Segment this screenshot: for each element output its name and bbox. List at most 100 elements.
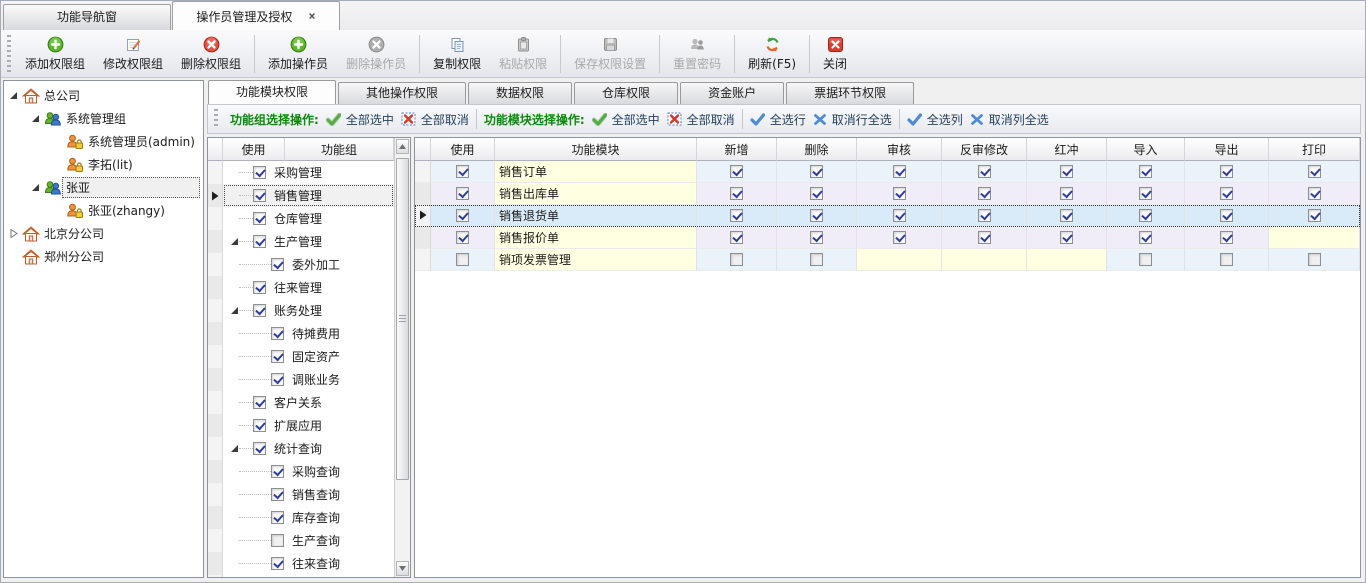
permission-checkbox[interactable]: [730, 209, 743, 222]
grid-column-header[interactable]: 删除: [777, 138, 857, 161]
expanded-expander-icon[interactable]: [30, 113, 41, 124]
permission-checkbox[interactable]: [893, 165, 906, 178]
deselect-col-all[interactable]: 取消列全选: [970, 111, 1049, 128]
permission-checkbox[interactable]: [1139, 187, 1152, 200]
expanded-expander-icon[interactable]: [8, 90, 19, 101]
permission-checkbox[interactable]: [1220, 253, 1233, 266]
select-col-all[interactable]: 全选列: [907, 111, 963, 128]
group-row[interactable]: 销售管理: [208, 184, 394, 207]
permission-cell[interactable]: [777, 227, 857, 249]
group-row[interactable]: 采购管理: [208, 161, 394, 184]
permission-checkbox[interactable]: [978, 165, 991, 178]
group-row[interactable]: 财务查询: [208, 575, 394, 577]
deselect-all-groups[interactable]: 全部取消: [401, 111, 469, 128]
permission-checkbox[interactable]: [893, 187, 906, 200]
permission-cell[interactable]: [697, 227, 777, 249]
permission-checkbox[interactable]: [1139, 253, 1152, 266]
permission-checkbox[interactable]: [730, 187, 743, 200]
permission-cell[interactable]: [1027, 227, 1107, 249]
permission-checkbox[interactable]: [978, 187, 991, 200]
permission-cell[interactable]: [857, 205, 942, 227]
permission-cell[interactable]: [697, 205, 777, 227]
permission-cell[interactable]: [857, 161, 942, 183]
grid-column-header[interactable]: 打印: [1269, 138, 1360, 161]
use-checkbox[interactable]: [456, 187, 469, 200]
group-row[interactable]: 往来查询: [208, 552, 394, 575]
permission-cell[interactable]: [1185, 249, 1269, 271]
permission-checkbox[interactable]: [730, 253, 743, 266]
row-sales-outbound[interactable]: 销售出库单: [415, 183, 1360, 205]
group-use-checkbox[interactable]: [271, 258, 284, 271]
group-use-checkbox[interactable]: [253, 304, 266, 317]
group-row[interactable]: 调账业务: [208, 368, 394, 391]
group-use-checkbox[interactable]: [253, 189, 266, 202]
scroll-up-icon[interactable]: [396, 139, 409, 154]
permission-checkbox[interactable]: [1139, 165, 1152, 178]
permission-checkbox[interactable]: [978, 209, 991, 222]
grid-column-header[interactable]: 审核: [857, 138, 942, 161]
tab-operator-management[interactable]: 操作员管理及授权×: [172, 1, 340, 30]
permission-checkbox[interactable]: [1220, 187, 1233, 200]
permission-cell[interactable]: [1107, 205, 1185, 227]
permission-checkbox[interactable]: [810, 165, 823, 178]
permission-cell[interactable]: [1107, 183, 1185, 205]
add-perm-group-button[interactable]: 添加权限组: [16, 32, 94, 76]
group-row[interactable]: 固定资产: [208, 345, 394, 368]
expanded-expander-icon[interactable]: [229, 444, 239, 453]
group-use-checkbox[interactable]: [253, 212, 266, 225]
permission-cell[interactable]: [1185, 205, 1269, 227]
expanded-expander-icon[interactable]: [229, 237, 239, 246]
use-checkbox[interactable]: [456, 209, 469, 222]
permission-cell[interactable]: [1027, 161, 1107, 183]
permission-cell[interactable]: [857, 183, 942, 205]
group-use-checkbox[interactable]: [271, 350, 284, 363]
permission-checkbox[interactable]: [978, 231, 991, 244]
use-checkbox[interactable]: [456, 231, 469, 244]
permission-cell[interactable]: [1107, 161, 1185, 183]
reset-password-button[interactable]: 重置密码: [664, 32, 730, 76]
permission-cell[interactable]: [942, 205, 1027, 227]
group-row[interactable]: 统计查询: [208, 437, 394, 460]
grid-column-header[interactable]: 红冲: [1027, 138, 1107, 161]
tree-node-head-office[interactable]: 总公司: [4, 84, 203, 107]
select-all-modules[interactable]: 全部选中: [592, 111, 660, 128]
group-use-checkbox[interactable]: [271, 327, 284, 340]
collapsed-expander-icon[interactable]: [8, 228, 19, 239]
group-use-checkbox[interactable]: [253, 396, 266, 409]
permission-checkbox[interactable]: [893, 231, 906, 244]
permission-checkbox[interactable]: [1060, 209, 1073, 222]
permission-cell[interactable]: [1269, 249, 1360, 271]
group-use-checkbox[interactable]: [253, 281, 266, 294]
permission-cell[interactable]: [1269, 183, 1360, 205]
group-row[interactable]: 生产查询: [208, 529, 394, 552]
deselect-all-modules[interactable]: 全部取消: [667, 111, 735, 128]
save-perm-settings-button[interactable]: 保存权限设置: [565, 32, 655, 76]
permission-cell[interactable]: [697, 183, 777, 205]
permission-checkbox[interactable]: [730, 165, 743, 178]
permission-cell[interactable]: [1027, 183, 1107, 205]
permission-cell[interactable]: [1269, 161, 1360, 183]
permission-cell[interactable]: [1107, 249, 1185, 271]
group-row[interactable]: 生产管理: [208, 230, 394, 253]
add-operator-button[interactable]: 添加操作员: [259, 32, 337, 76]
permission-cell[interactable]: [1027, 205, 1107, 227]
permission-checkbox[interactable]: [893, 209, 906, 222]
permission-checkbox[interactable]: [730, 231, 743, 244]
permission-checkbox[interactable]: [1060, 231, 1073, 244]
tree-node-zhangya-user[interactable]: 张亚(zhangy): [4, 199, 203, 222]
group-header-use[interactable]: 使用: [223, 138, 285, 161]
group-use-checkbox[interactable]: [253, 166, 266, 179]
permission-checkbox[interactable]: [1139, 209, 1152, 222]
tree-node-beijing-branch[interactable]: 北京分公司: [4, 222, 203, 245]
grid-column-header[interactable]: 导入: [1107, 138, 1185, 161]
grid-column-header[interactable]: 导出: [1185, 138, 1269, 161]
permission-checkbox[interactable]: [810, 231, 823, 244]
permission-cell[interactable]: [777, 249, 857, 271]
permission-checkbox[interactable]: [1308, 165, 1321, 178]
permission-checkbox[interactable]: [1060, 165, 1073, 178]
permission-checkbox[interactable]: [810, 209, 823, 222]
row-sales-invoice[interactable]: 销项发票管理: [415, 249, 1360, 271]
select-all-groups[interactable]: 全部选中: [326, 111, 394, 128]
grid-column-header[interactable]: 功能模块: [495, 138, 697, 161]
tab-other-op-perm[interactable]: 其他操作权限: [338, 82, 466, 104]
